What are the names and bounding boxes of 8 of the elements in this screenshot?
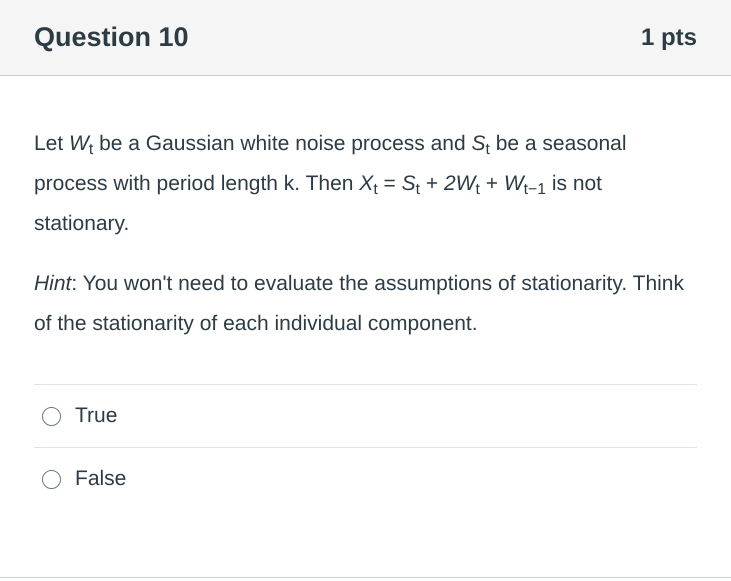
radio-button[interactable] [42,406,61,426]
question-title: Question 10 [34,21,189,54]
points-label: 1 pts [640,22,697,52]
question-text: Let W$_{t}$ be a Gaussian white noise process and S$_{t}$ be a seasonal process with period length k. Then X$_{t}$ = S$_{t}$ + 2W$_{t}$ + W$_{t−1}$ is not stationary. [34,131,628,237]
question-text: Hint: You won't need to evaluate the assumptions of stationarity. Think of the stationarity of each individual component. [34,271,684,337]
answer-label[interactable]: False [75,463,126,495]
radio-button[interactable] [42,470,61,488]
answer-label[interactable]: True [75,400,118,432]
